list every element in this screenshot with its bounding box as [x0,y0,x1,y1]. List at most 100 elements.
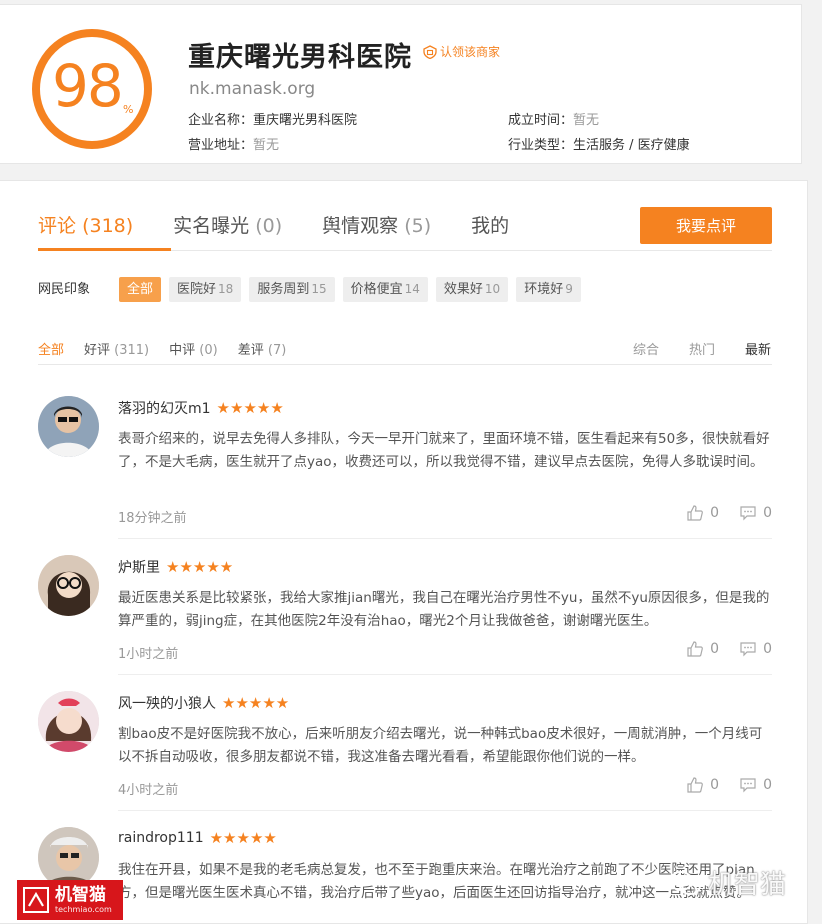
rating-filters: 全部 好评 (311) 中评 (0) 差评 (7) [38,339,286,358]
active-tab-indicator [38,248,171,251]
tab-label: 实名曝光 [173,215,250,237]
comment-author: 炉斯里 ★★★★★ [118,557,233,577]
comment-text: 最近医患关系是比较紧张，我给大家推jian曙光，我自己在曙光治疗男性不yu，虽然… [118,590,770,629]
tab-count: (0) [255,215,283,237]
thumbs-up-icon [687,777,704,793]
sort-popular[interactable]: 热门 [689,339,715,358]
tag-count: 14 [404,282,420,296]
founded-label: 成立时间： [508,113,574,128]
tag-all[interactable]: 全部 [119,277,162,302]
like-button[interactable]: 0 [686,504,719,522]
wechat-icon [669,870,701,895]
score-unit: % [123,103,134,116]
reply-button[interactable]: 0 [739,504,772,522]
thumbs-up-icon [687,641,704,657]
filter-count: (0) [199,343,218,358]
filter-negative[interactable]: 差评 (7) [238,339,287,358]
comment-author: 落羽的幻灭m1 ★★★★★ [118,398,284,418]
comment-item: 风一殃的小狼人 ★★★★★ 割bao皮不是好医院我不放心，后来听朋友介绍去曙光，… [38,691,772,811]
founded-row: 成立时间：暂无 [508,109,599,128]
filter-label: 中评 [169,343,196,358]
tag-good-hospital[interactable]: 医院好 18 [169,277,242,302]
comment-actions: 0 0 [686,640,772,658]
merchant-domain: nk.manask.org [189,79,316,99]
claim-merchant-link[interactable]: 认领该商家 [423,43,500,60]
tag-count: 15 [311,282,327,296]
rating-stars: ★★★★★ [222,694,290,712]
comment-divider [118,538,772,539]
like-count: 0 [710,641,720,657]
industry-label: 行业类型： [508,138,574,153]
filter-neutral[interactable]: 中评 (0) [169,339,218,358]
tab-label: 舆情观察 [322,215,399,237]
avatar[interactable] [38,827,99,888]
comment-time: 1小时之前 [118,647,179,662]
avatar[interactable] [38,555,99,616]
comment-actions: 0 0 [686,776,772,794]
filter-label: 好评 [84,343,111,358]
comment-divider [118,674,772,675]
tab-comments[interactable]: 评论 (318) [38,211,133,251]
filter-all[interactable]: 全部 [38,339,64,358]
tab-label: 评论 [38,215,77,237]
comment-item: 落羽的幻灭m1 ★★★★★ 表哥介绍来的，说早去免得人多排队，今天一早开门就来了… [38,396,772,536]
like-button[interactable]: 0 [686,640,719,658]
tag-label: 医院好 [177,282,217,297]
rating-stars: ★★★★★ [209,829,277,847]
write-review-button[interactable]: 我要点评 [640,207,772,244]
tab-mine[interactable]: 我的 [471,211,509,251]
reply-count: 0 [763,505,772,521]
tag-good-effect[interactable]: 效果好 10 [435,277,509,302]
sort-overall[interactable]: 综合 [633,339,659,358]
comment-text: 表哥介绍来的，说早去免得人多排队，今天一早开门就来了，里面环境不错，医生看起来有… [118,431,770,470]
watermark-title: 机智猫 [55,884,106,905]
address-label: 营业地址： [188,138,254,153]
watermark-text-group: 机智猫 techmiao.com [55,884,112,914]
address-row: 营业地址：暂无 [188,134,279,153]
author-name[interactable]: 落羽的幻灭m1 [118,398,211,418]
score-value: 98 [52,52,124,120]
merchant-header-card: 98 % 重庆曙光男科医院 认领该商家 nk.manask.org 企业名称：重… [0,4,802,164]
comment-item: raindrop111 ★★★★★ 我住在开县，如果不是我的老毛病总复发，也不至… [38,827,772,924]
industry-row: 行业类型：生活服务 / 医疗健康 [508,134,690,153]
tab-count: (318) [82,215,134,237]
techmiao-watermark-badge: 机智猫 techmiao.com [17,880,123,920]
sort-latest[interactable]: 最新 [745,339,771,358]
author-name[interactable]: 风一殃的小狼人 [118,693,216,713]
company-value: 重庆曙光男科医院 [253,113,358,128]
comment-icon [740,642,756,657]
address-value: 暂无 [253,138,280,153]
filter-positive[interactable]: 好评 (311) [84,339,149,358]
tag-cheap-price[interactable]: 价格便宜 14 [342,277,428,302]
claim-label: 认领该商家 [440,45,501,59]
rating-stars: ★★★★★ [166,558,234,576]
company-name-row: 企业名称：重庆曙光男科医院 [188,109,357,128]
thumbs-up-icon [687,505,704,521]
tag-attentive-service[interactable]: 服务周到 15 [249,277,335,302]
comment-icon [740,506,756,521]
impression-tags: 全部 医院好 18 服务周到 15 价格便宜 14 效果好 10 环境好 9 [119,277,581,302]
reply-button[interactable]: 0 [739,640,772,658]
tag-count: 10 [484,282,501,296]
tag-good-environment[interactable]: 环境好 9 [516,277,581,302]
founded-value: 暂无 [573,113,600,128]
filter-label: 全部 [38,343,65,358]
tab-real-name-exposure[interactable]: 实名曝光 (0) [173,211,282,251]
reply-count: 0 [763,641,772,657]
author-name[interactable]: raindrop111 [118,830,204,846]
tag-count: 9 [565,282,573,296]
tag-label: 服务周到 [257,282,310,297]
avatar[interactable] [38,691,99,752]
avatar[interactable] [38,396,99,457]
reply-button[interactable]: 0 [739,776,772,794]
like-button[interactable]: 0 [686,776,719,794]
reviews-card: 评论 (318) 实名曝光 (0) 舆情观察 (5) 我的 我要点评 网民印象 … [0,180,808,924]
comment-time: 18分钟之前 [118,511,187,526]
author-name[interactable]: 炉斯里 [118,557,160,577]
reply-count: 0 [763,777,772,793]
comment-text: 割bao皮不是好医院我不放心，后来听朋友介绍去曙光，说一种韩式bao皮术很好，一… [118,726,763,765]
filter-count: (7) [267,343,287,358]
company-label: 企业名称： [188,113,254,128]
rating-stars: ★★★★★ [216,399,284,417]
tab-public-opinion[interactable]: 舆情观察 (5) [322,211,431,251]
